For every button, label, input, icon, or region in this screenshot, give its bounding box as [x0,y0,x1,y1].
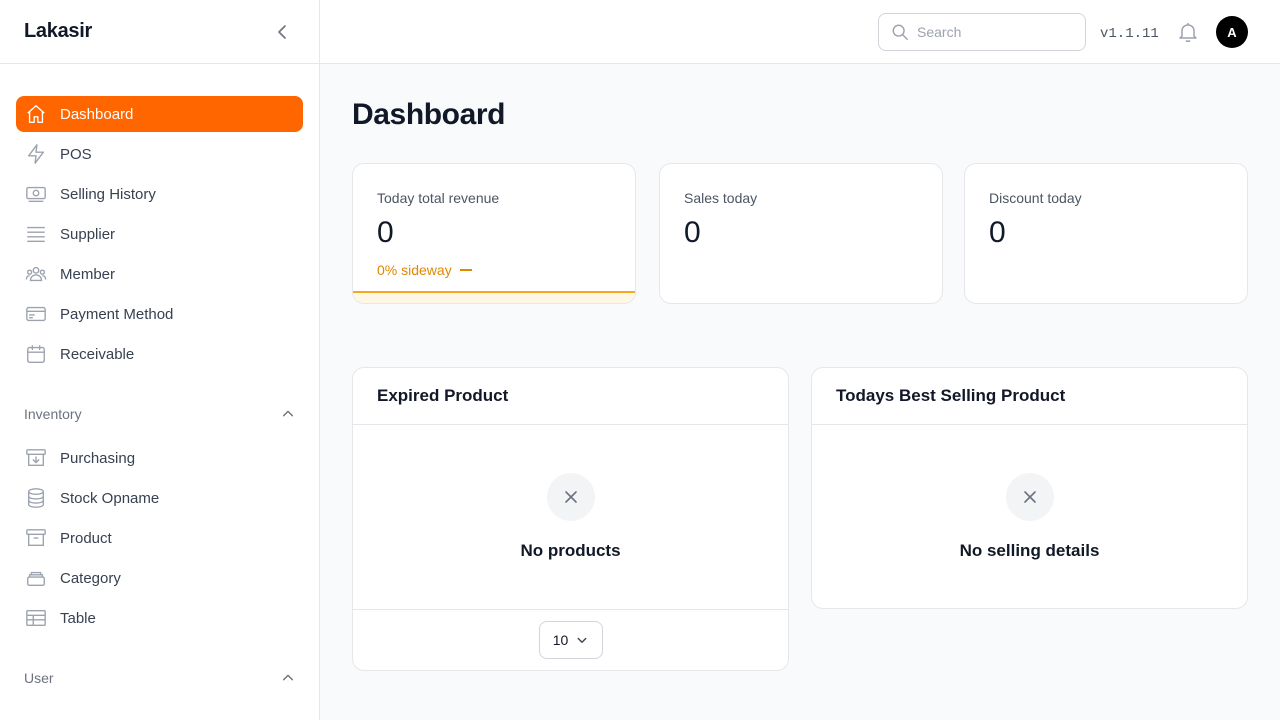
sidebar-item-stock-opname[interactable]: Stock Opname [16,480,303,516]
best-selling-panel: Todays Best Selling Product No selling d… [811,367,1248,609]
credit-card-icon [24,302,48,326]
sidebar-item-label: Category [60,569,121,587]
stat-trend-text: 0% sideway [377,262,452,278]
sidebar-item-purchasing[interactable]: Purchasing [16,440,303,476]
stat-trend: 0% sideway [377,262,611,278]
sidebar-nav: Dashboard POS Selling History Supplier M… [0,64,319,690]
notifications-button[interactable] [1176,20,1200,44]
panel-title: Expired Product [353,368,788,425]
brand-logo[interactable]: Lakasir [24,20,92,43]
empty-state-text: No selling details [959,541,1100,560]
archive-box-icon [24,526,48,550]
bell-icon [1179,23,1197,42]
empty-state-text: No products [520,541,621,560]
sidebar-item-supplier[interactable]: Supplier [16,216,303,252]
stat-value: 0 [377,216,394,249]
database-icon [24,486,48,510]
sidebar-item-label: Receivable [60,345,135,363]
sidebar-item-label: POS [60,145,92,163]
sidebar-item-label: Selling History [60,185,156,203]
stats-row: Today total revenue 0 0% sideway Sales t… [352,163,1248,304]
stat-card-revenue: Today total revenue 0 0% sideway [352,163,636,304]
sidebar-header: Lakasir [0,0,319,64]
nav-group-inventory[interactable]: Inventory [16,402,303,426]
chevron-down-icon [577,637,587,643]
per-page-select[interactable]: 10 [538,621,603,659]
stack-icon [24,566,48,590]
archive-download-icon [24,446,48,470]
sidebar-item-pos[interactable]: POS [16,136,303,172]
empty-state: No selling details [812,425,1247,561]
calendar-icon [24,342,48,366]
chevron-left-icon [278,24,286,39]
sidebar-item-member[interactable]: Member [16,256,303,292]
sidebar: Lakasir Dashboard POS Selling History Su… [0,0,320,720]
stat-value: 0 [989,216,1006,249]
close-icon [1005,473,1054,521]
topbar: v1.1.11 A [320,0,1280,64]
list-icon [24,222,48,246]
sidebar-item-label: Dashboard [60,105,134,123]
sidebar-item-label: Stock Opname [60,489,160,507]
minus-icon [459,269,472,271]
banknote-icon [24,182,48,206]
page-title: Dashboard [352,98,506,131]
close-icon [546,473,595,521]
search-input[interactable] [917,24,1067,40]
table-icon [24,606,48,630]
sidebar-item-label: Table [60,609,96,627]
users-icon [24,262,48,286]
pagination-footer: 10 [353,609,788,670]
sidebar-item-selling-history[interactable]: Selling History [16,176,303,212]
stat-label: Today total revenue [377,190,500,206]
avatar[interactable]: A [1216,16,1248,48]
sidebar-item-table[interactable]: Table [16,600,303,636]
sidebar-item-label: Member [60,265,116,283]
sidebar-item-label: Product [60,529,112,547]
bolt-icon [24,142,48,166]
sidebar-item-label: Payment Method [60,305,174,323]
stat-value: 0 [684,216,701,249]
collapse-sidebar-button[interactable] [271,20,295,44]
per-page-value: 10 [552,632,569,648]
nav-group-user[interactable]: User [16,666,303,690]
nav-group-label: Inventory [24,406,82,422]
sidebar-item-receivable[interactable]: Receivable [16,336,303,372]
app-version: v1.1.11 [1100,26,1159,42]
nav-group-label: User [24,670,54,686]
chevron-up-icon [282,410,294,417]
stat-label: Sales today [684,190,758,206]
sidebar-item-product[interactable]: Product [16,520,303,556]
sidebar-item-label: Purchasing [60,449,136,467]
sidebar-item-category[interactable]: Category [16,560,303,596]
search-icon [892,24,908,40]
home-icon [24,102,48,126]
stat-sparkline [353,291,635,303]
chevron-up-icon [282,674,294,681]
stat-card-sales: Sales today 0 [659,163,943,304]
search-box[interactable] [878,13,1086,51]
sidebar-item-dashboard[interactable]: Dashboard [16,96,303,132]
sidebar-item-label: Supplier [60,225,116,243]
stat-label: Discount today [989,190,1082,206]
stat-card-discount: Discount today 0 [964,163,1248,304]
main-content: Dashboard Today total revenue 0 0% sidew… [352,64,1248,671]
expired-product-panel: Expired Product No products 10 [352,367,789,671]
panel-title: Todays Best Selling Product [812,368,1247,425]
sidebar-item-payment-method[interactable]: Payment Method [16,296,303,332]
empty-state: No products [353,425,788,561]
